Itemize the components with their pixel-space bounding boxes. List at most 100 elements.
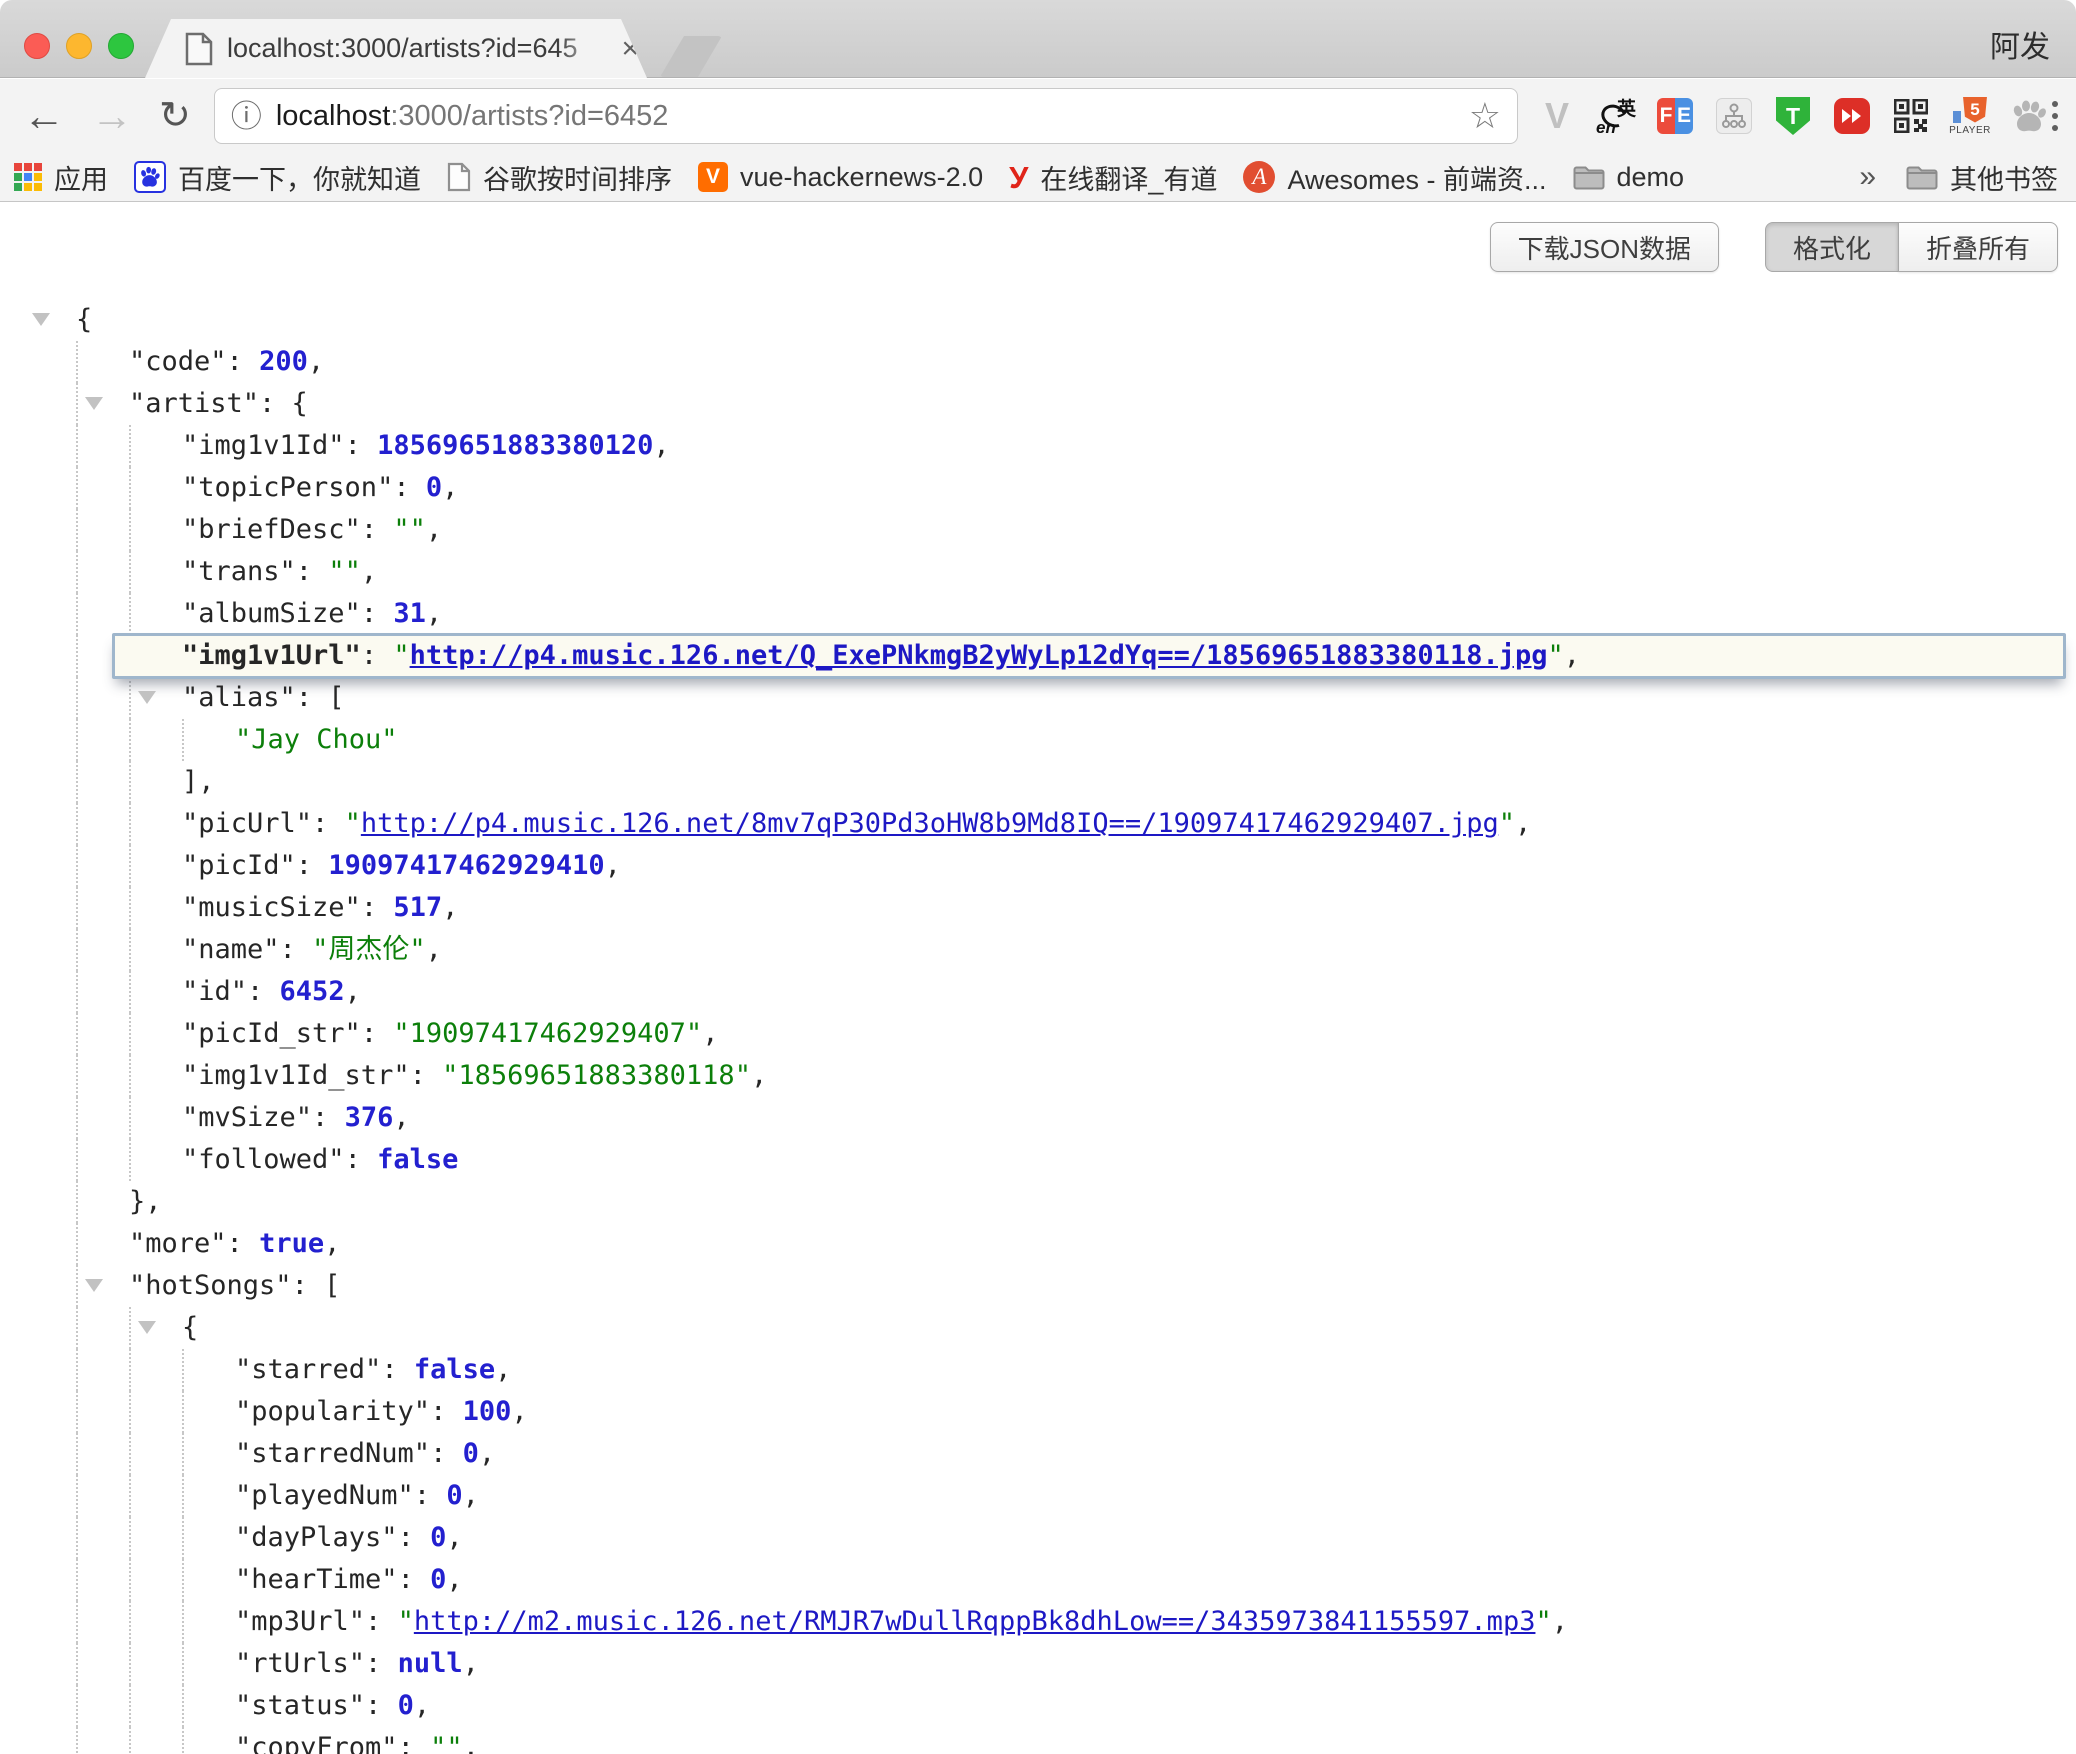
extensions-row: V 英 en FE T [1538, 96, 2048, 136]
json-line: "Jay Chou" [0, 719, 2076, 761]
indent-guide [182, 1685, 184, 1727]
indent-guide [129, 1517, 131, 1559]
json-literal-value: 0 [463, 1438, 479, 1469]
bookmark-apps[interactable]: 应用 [14, 158, 108, 197]
close-window-button[interactable] [24, 33, 50, 59]
json-literal-value: 6452 [280, 976, 345, 1007]
video-download-icon[interactable] [1833, 96, 1871, 136]
org-tree-icon[interactable] [1715, 96, 1753, 136]
json-punctuation: , [463, 1648, 479, 1679]
collapse-arrow-icon[interactable] [138, 691, 156, 704]
json-key: "code" [129, 346, 227, 377]
collapse-arrow-icon[interactable] [85, 397, 103, 410]
json-line-text: "picUrl": "http://p4.music.126.net/8mv7q… [182, 803, 1531, 845]
qr-code-icon[interactable] [1892, 96, 1930, 136]
indent-guide [76, 929, 78, 971]
json-literal-value: null [398, 1648, 463, 1679]
json-punctuation: : [312, 1102, 345, 1133]
json-url-link[interactable]: http://p4.music.126.net/Q_ExePNkmgB2yWyL… [410, 640, 1548, 671]
collapse-all-button[interactable]: 折叠所有 [1898, 222, 2058, 272]
collapse-arrow-icon[interactable] [138, 1321, 156, 1334]
json-line-text: "topicPerson": 0, [182, 467, 458, 509]
indent-guide [76, 719, 78, 761]
fe-helper-icon[interactable]: FE [1656, 96, 1694, 136]
json-line-text: { [182, 1307, 198, 1349]
new-tab-button[interactable] [660, 36, 722, 77]
browser-window: localhost:3000/artists?id=645 × 阿发 ← → ↻… [0, 0, 2076, 1754]
paw-icon[interactable] [2010, 96, 2048, 136]
bookmark-vue-hackernews[interactable]: V vue-hackernews-2.0 [698, 162, 983, 193]
indent-guide [129, 1727, 131, 1754]
tampermonkey-shield-icon[interactable]: T [1774, 96, 1812, 136]
indent-guide [129, 719, 131, 761]
active-tab[interactable]: localhost:3000/artists?id=645 × [145, 19, 647, 78]
json-line-text: "followed": false [182, 1139, 458, 1181]
translate-icon[interactable]: 英 en [1597, 96, 1635, 136]
other-bookmarks-folder[interactable]: 其他书签 [1906, 158, 2058, 197]
json-url-link[interactable]: http://m2.music.126.net/RMJR7wDullRqppBk… [414, 1606, 1536, 1637]
bookmark-youdao-translate[interactable]: У 在线翻译_有道 [1009, 158, 1217, 197]
collapse-arrow-icon[interactable] [32, 313, 50, 326]
indent-guide [76, 1223, 78, 1265]
json-punctuation: , [442, 472, 458, 503]
json-line-text: { [76, 299, 92, 341]
bookmark-demo[interactable]: demo [1573, 162, 1685, 193]
json-punctuation: , [393, 1102, 409, 1133]
indent-guide [129, 593, 131, 635]
vue-devtools-icon[interactable]: V [1538, 96, 1576, 136]
bookmark-baidu[interactable]: 百度一下，你就知道 [134, 158, 421, 197]
json-punctuation: : [365, 1606, 398, 1637]
indent-guide [76, 1559, 78, 1601]
site-info-icon[interactable]: ⓘ [231, 101, 262, 132]
json-key: "popularity" [235, 1396, 430, 1427]
json-punctuation: , [324, 1228, 340, 1259]
zoom-window-button[interactable] [108, 33, 134, 59]
json-literal-value: 0 [430, 1522, 446, 1553]
bookmark-awesomes[interactable]: A Awesomes - 前端资... [1243, 158, 1546, 197]
json-line-text: "trans": "", [182, 551, 377, 593]
bookmarks-overflow-icon[interactable]: » [1859, 160, 1876, 194]
indent-guide [129, 1601, 131, 1643]
json-key: "alias" [182, 682, 296, 713]
profile-name[interactable]: 阿发 [1990, 22, 2050, 66]
json-punctuation: , [751, 1060, 767, 1091]
reload-icon[interactable]: ↻ [146, 97, 204, 135]
download-json-button[interactable]: 下载JSON数据 [1490, 222, 1719, 272]
back-icon[interactable]: ← [10, 95, 78, 137]
json-string-value: "" [328, 556, 361, 587]
json-line: { [0, 1307, 2076, 1349]
address-bar[interactable]: ⓘ localhost:3000/artists?id=6452 ☆ [214, 88, 1518, 144]
json-punctuation: , [653, 430, 669, 461]
format-button[interactable]: 格式化 [1765, 222, 1898, 272]
json-line: "popularity": 100, [0, 1391, 2076, 1433]
indent-guide [76, 1433, 78, 1475]
json-line: "hotSongs": [ [0, 1265, 2076, 1307]
tab-strip: localhost:3000/artists?id=645 × 阿发 [0, 0, 2076, 78]
json-actions: 下载JSON数据 格式化 折叠所有 [1490, 222, 2058, 272]
json-line-text: "popularity": 100, [235, 1391, 528, 1433]
tab-close-icon[interactable]: × [613, 34, 647, 64]
url-text[interactable]: localhost:3000/artists?id=6452 [276, 100, 669, 133]
json-key: "starred" [235, 1354, 381, 1385]
quote: " [1547, 640, 1563, 671]
bookmark-google-sort[interactable]: 谷歌按时间排序 [447, 158, 672, 197]
json-string-value: "" [430, 1732, 463, 1754]
json-punctuation: , [511, 1396, 527, 1427]
json-url-link[interactable]: http://p4.music.126.net/8mv7qP30Pd3oHW8b… [361, 808, 1499, 839]
json-literal-value: 100 [463, 1396, 512, 1427]
collapse-arrow-icon[interactable] [85, 1279, 103, 1292]
browser-menu-icon[interactable] [2052, 101, 2058, 131]
json-punctuation: : [398, 1564, 431, 1595]
json-key: "topicPerson" [182, 472, 393, 503]
json-line-text: "copyFrom": "", [235, 1727, 479, 1754]
json-punctuation: , [446, 1564, 462, 1595]
indent-guide [129, 1349, 131, 1391]
bookmark-star-icon[interactable]: ☆ [1469, 98, 1501, 134]
html5-player-icon[interactable]: 5 PLAYER [1951, 96, 1989, 136]
json-punctuation: ], [182, 766, 215, 797]
minimize-window-button[interactable] [66, 33, 92, 59]
url-path: :3000/artists?id=6452 [390, 100, 668, 132]
json-line: "starredNum": 0, [0, 1433, 2076, 1475]
vue-logo-icon: V [698, 162, 728, 192]
json-punctuation: : [361, 514, 394, 545]
